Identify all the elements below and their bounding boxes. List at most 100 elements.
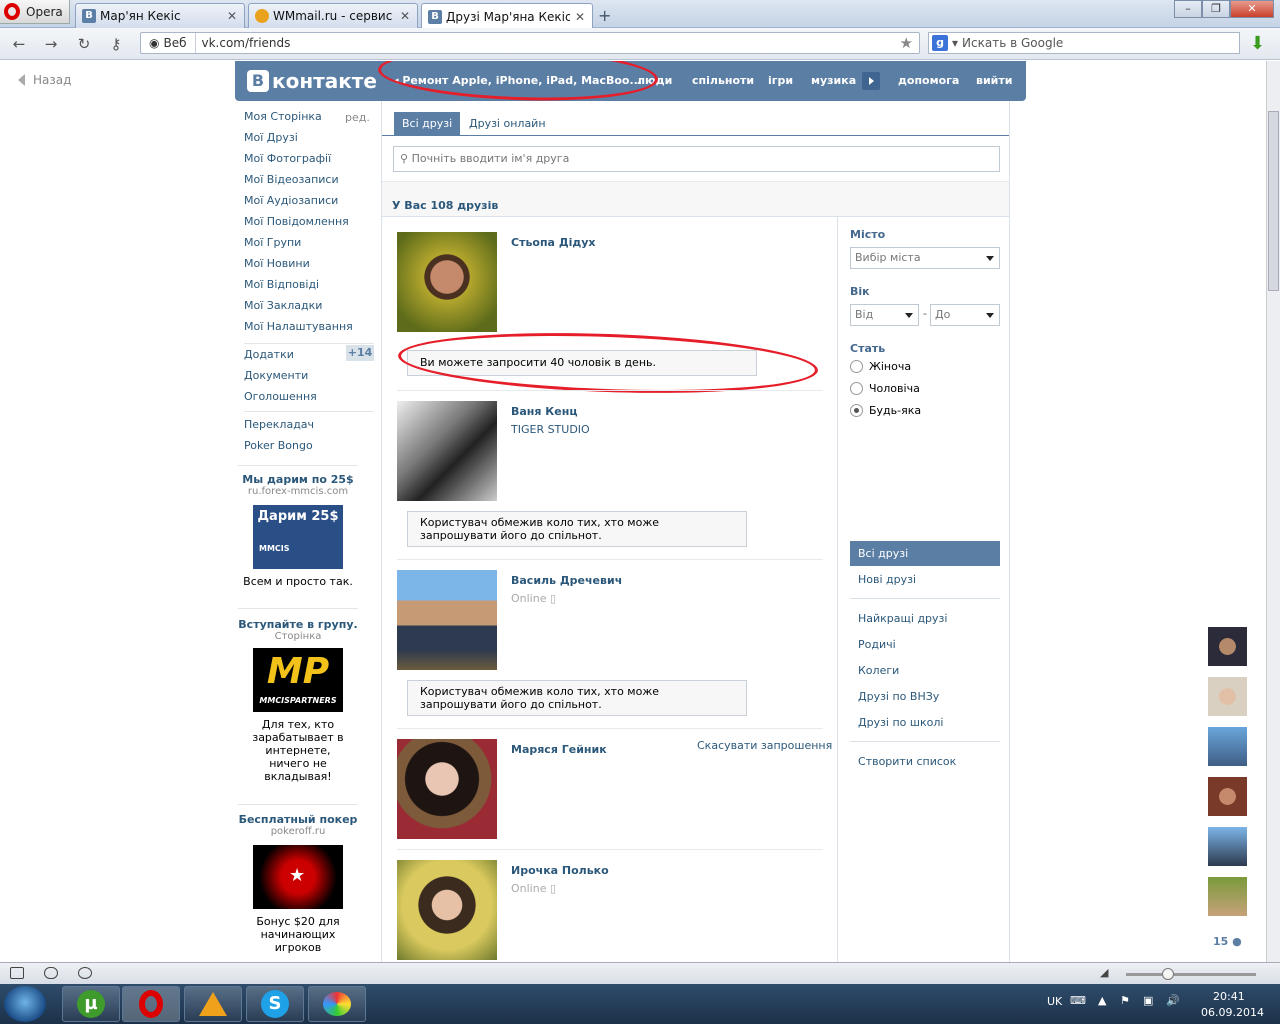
nav-games[interactable]: ігри [768,74,793,87]
menu-my-groups[interactable]: Мої Групи [244,232,374,253]
key-icon[interactable]: ⚷ [107,35,125,53]
menu-my-messages[interactable]: Мої Повідомлення [244,211,374,232]
list-relatives[interactable]: Родичі [858,638,896,651]
google-search-field[interactable]: g ▾ Искать в Google [928,32,1240,54]
close-tab-icon[interactable]: ✕ [226,9,238,23]
nav-communities[interactable]: спільноти [692,74,754,87]
ad-block-2[interactable]: Вступайте в групу. Сторінка MP MMCISPARTN… [238,618,358,783]
ad-title[interactable]: Вступайте в групу. [238,618,358,631]
action-center-flag-icon[interactable]: ⚑ [1120,994,1130,1007]
page-scrollbar[interactable] [1266,61,1280,962]
zoom-slider[interactable] [1126,968,1256,980]
search-engine-dropdown-icon[interactable]: ▾ [952,36,958,50]
utorrent-taskbar-icon[interactable]: µ [62,986,120,1022]
edit-menu-link[interactable]: ред. [345,111,370,124]
list-university-friends[interactable]: Друзі по ВНЗу [858,690,939,703]
menu-translator[interactable]: Перекладач [244,414,374,435]
panel-toggle-icon[interactable] [10,967,24,979]
friend-photo[interactable] [397,860,497,960]
zoom-toggle-icon[interactable]: ◢ [1100,966,1108,979]
menu-my-settings[interactable]: Мої Налаштування [244,316,374,337]
friend-photo[interactable] [397,570,497,670]
friend-search-input[interactable]: ⚲ Почніть вводити ім'я друга [393,146,1000,172]
menu-my-videos[interactable]: Мої Відеозаписи [244,169,374,190]
back-link[interactable]: Назад [18,73,71,87]
scrollbar-thumb[interactable] [1268,111,1279,291]
nav-help[interactable]: допомога [898,74,959,87]
menu-my-replies[interactable]: Мої Відповіді [244,274,374,295]
bookmark-star-icon[interactable]: ★ [900,34,913,52]
online-friend-avatar[interactable] [1208,827,1247,866]
menu-poker-bongo[interactable]: Poker Bongo [244,435,374,456]
minimize-icon[interactable]: – [1174,0,1202,18]
network-icon[interactable]: ▣ [1143,994,1153,1007]
menu-my-friends[interactable]: Мої Друзі [244,127,374,148]
show-hidden-icons[interactable]: ▲ [1098,994,1106,1007]
keyboard-icon[interactable]: ⌨ [1070,994,1086,1007]
age-to-select[interactable]: До [930,304,1000,326]
ad-title[interactable]: Бесплатный покер [238,813,358,826]
section-new-friends[interactable]: Нові друзі [858,573,916,586]
clock-date[interactable]: 06.09.2014 [1201,1006,1264,1019]
section-all-friends[interactable]: Всі друзі [850,541,1000,566]
tab-all-friends[interactable]: Всі друзі [394,112,461,136]
opera-taskbar-icon[interactable] [122,986,180,1022]
download-icon[interactable]: ⬇ [1250,33,1265,54]
reload-icon[interactable]: ↻ [75,35,93,53]
ad-image[interactable]: MP MMCISPARTNERS [253,648,343,712]
friend-name[interactable]: Ирочка Полько [511,864,609,877]
close-tab-icon[interactable]: ✕ [574,10,586,24]
online-friend-avatar[interactable] [1208,777,1247,816]
skype-taskbar-icon[interactable]: S [246,986,304,1022]
vk-logo[interactable]: Вконтакте [247,69,377,93]
friend-photo[interactable] [397,232,497,332]
browser-tab-2[interactable]: WMmail.ru - сервис п... ✕ [248,3,418,28]
create-list-link[interactable]: Створити список [858,755,956,768]
menu-my-news[interactable]: Мої Новини [244,253,374,274]
menu-documents[interactable]: Документи [244,365,374,386]
menu-my-audio[interactable]: Мої Аудіозаписи [244,190,374,211]
opera-menu-button[interactable]: Opera [0,0,70,24]
list-colleagues[interactable]: Колеги [858,664,899,677]
online-friend-avatar[interactable] [1208,727,1247,766]
opera-unite-icon[interactable] [44,967,58,979]
close-tab-icon[interactable]: ✕ [399,9,411,23]
friend-name[interactable]: Стьопа Дідух [511,236,596,249]
speed-icon[interactable] [78,967,92,979]
site-info[interactable]: ◉ Веб [141,33,196,53]
gender-female-radio[interactable]: Жіноча [850,360,911,373]
clock-time[interactable]: 20:41 [1213,990,1245,1003]
close-window-icon[interactable]: ✕ [1230,0,1274,18]
online-friend-avatar[interactable] [1208,677,1247,716]
ad-title[interactable]: Мы дарим по 25$ [238,473,358,486]
maximize-icon[interactable]: ❐ [1202,0,1230,18]
back-icon[interactable]: ← [10,35,28,53]
cancel-invitation-link[interactable]: Скасувати запрошення [697,739,832,752]
age-from-select[interactable]: Від [850,304,919,326]
paint-taskbar-icon[interactable] [308,986,366,1022]
friend-name[interactable]: Ваня Кенц [511,405,578,418]
menu-ads[interactable]: Оголошення [244,386,374,407]
friend-name[interactable]: Маряся Гейник [511,743,607,756]
forward-icon[interactable]: → [42,35,60,53]
address-bar[interactable]: ◉ Веб vk.com/friends ★ [140,32,920,54]
online-friend-avatar[interactable] [1208,627,1247,666]
new-tab-icon[interactable]: + [598,6,611,25]
volume-icon[interactable]: 🔊 [1166,994,1180,1007]
windows-start-button[interactable] [4,986,46,1022]
aimp-taskbar-icon[interactable] [184,986,242,1022]
list-best-friends[interactable]: Найкращі друзі [858,612,947,625]
menu-my-bookmarks[interactable]: Мої Закладки [244,295,374,316]
menu-my-photos[interactable]: Мої Фотографії [244,148,374,169]
gender-male-radio[interactable]: Чоловіча [850,382,920,395]
friend-photo[interactable] [397,739,497,839]
nav-music[interactable]: музика [811,74,856,87]
friend-name[interactable]: Василь Дречевич [511,574,622,587]
zoom-slider-knob[interactable] [1162,968,1174,980]
online-friend-avatar[interactable] [1208,877,1247,916]
url-text[interactable]: vk.com/friends [196,36,291,50]
nav-next-arrow-icon[interactable] [862,72,880,90]
gender-any-radio[interactable]: Будь-яка [850,404,921,417]
poker-ad-image[interactable]: ★ [253,845,343,909]
ad-block-3[interactable]: Бесплатный покер pokeroff.ru ★ Бонус $20… [238,813,358,954]
